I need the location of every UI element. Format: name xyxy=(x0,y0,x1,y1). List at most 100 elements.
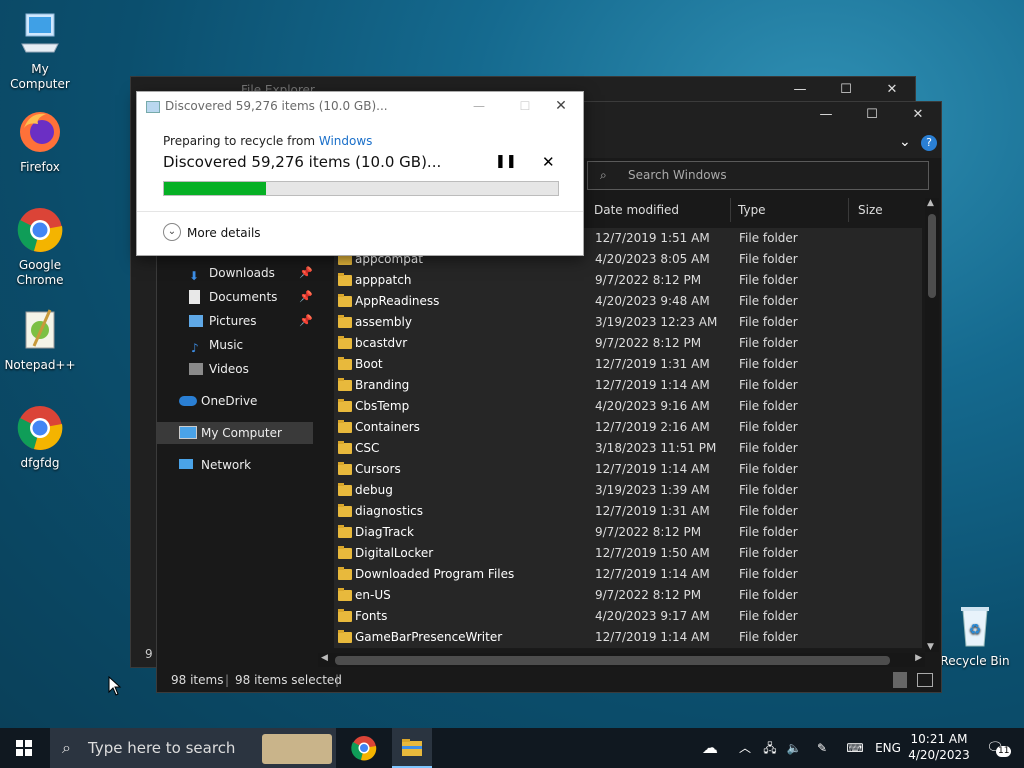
keyboard-icon[interactable]: ⌨ xyxy=(842,728,868,768)
desktop-icon-my-computer[interactable]: My Computer xyxy=(0,10,80,92)
column-header-size[interactable]: Size xyxy=(852,198,928,222)
date-modified: 12/7/2019 1:14 AM xyxy=(595,630,710,644)
table-row[interactable]: DiagTrack 9/7/2022 8:12 PM File folder xyxy=(334,522,922,544)
more-details-button[interactable]: More details xyxy=(187,226,261,240)
maximize-button[interactable]: ☐ xyxy=(849,102,895,128)
taskbar-search-box[interactable]: ⌕ Type here to search xyxy=(50,728,336,768)
large-icons-view-button[interactable] xyxy=(917,673,933,687)
nav-item-pictures[interactable]: Pictures 📌 xyxy=(157,310,313,332)
details-view-button[interactable] xyxy=(893,672,907,688)
maximize-button[interactable]: ☐ xyxy=(823,77,869,103)
file-name: debug xyxy=(355,483,393,497)
chevron-down-icon[interactable]: ⌄ xyxy=(163,223,181,241)
table-row[interactable]: bcastdvr 9/7/2022 8:12 PM File folder xyxy=(334,333,922,355)
recycle-progress-dialog[interactable]: Discovered 59,276 items (10.0 GB)... — ☐… xyxy=(136,91,584,256)
taskbar-file-explorer-button[interactable] xyxy=(392,728,432,768)
table-row[interactable]: Fonts 4/20/2023 9:17 AM File folder xyxy=(334,606,922,628)
start-button[interactable] xyxy=(0,728,48,768)
horizontal-scrollbar[interactable]: ◀ ▶ xyxy=(318,653,925,667)
cancel-button[interactable]: ✕ xyxy=(542,153,555,171)
table-row[interactable]: Downloaded Program Files 12/7/2019 1:14 A… xyxy=(334,564,922,586)
minimize-button[interactable]: — xyxy=(777,77,823,103)
scroll-up-arrow-icon[interactable]: ▲ xyxy=(927,198,934,208)
minimize-button[interactable]: — xyxy=(803,102,849,128)
dialog-close-button[interactable]: ✕ xyxy=(541,94,581,118)
table-row[interactable]: Branding 12/7/2019 1:14 AM File folder xyxy=(334,375,922,397)
close-button[interactable]: ✕ xyxy=(869,77,915,103)
table-row[interactable]: assembly 3/19/2023 12:23 AM File folder xyxy=(334,312,922,334)
date-modified: 12/7/2019 1:14 AM xyxy=(595,378,710,392)
pause-button[interactable]: ❚❚ xyxy=(495,154,517,169)
folder-icon xyxy=(338,588,352,601)
help-icon[interactable]: ? xyxy=(921,135,937,151)
table-row[interactable]: CSC 3/18/2023 11:51 PM File folder xyxy=(334,438,922,460)
desktop-icon-firefox[interactable]: Firefox xyxy=(0,108,80,175)
file-name: Boot xyxy=(355,357,383,371)
desktop-icon-dfgfdg[interactable]: dfgfdg xyxy=(0,404,80,471)
table-row[interactable]: GameBarPresenceWriter 12/7/2019 1:14 AM Fi… xyxy=(334,627,922,649)
close-button[interactable]: ✕ xyxy=(895,102,941,128)
nav-item-documents[interactable]: Documents 📌 xyxy=(157,286,313,308)
desktop-icon-notepad-plus-plus[interactable]: Notepad++ xyxy=(0,306,80,373)
file-type: File folder xyxy=(739,483,798,497)
network-icon[interactable]: 🖧 xyxy=(760,728,780,768)
source-folder-link[interactable]: Windows xyxy=(319,134,373,148)
computer-icon xyxy=(16,10,64,58)
chrome-icon xyxy=(16,404,64,452)
file-type: File folder xyxy=(739,231,798,245)
chevron-down-icon[interactable]: ⌄ xyxy=(899,134,911,150)
progress-fill xyxy=(164,182,267,195)
vertical-scrollbar[interactable]: ▲ ▼ xyxy=(925,198,939,652)
nav-item-downloads[interactable]: ⬇ Downloads 📌 xyxy=(157,262,313,284)
file-name: GameBarPresenceWriter xyxy=(355,630,503,644)
nav-item-network[interactable]: Network xyxy=(157,454,313,476)
vertical-scroll-thumb[interactable] xyxy=(928,214,936,298)
notifications-button[interactable]: 🗨 11 xyxy=(980,728,1012,768)
scroll-left-arrow-icon[interactable]: ◀ xyxy=(321,653,328,663)
file-type: File folder xyxy=(739,294,798,308)
table-row[interactable]: AppReadiness 4/20/2023 9:48 AM File folder xyxy=(334,291,922,313)
dialog-title: Discovered 59,276 items (10.0 GB)... xyxy=(165,99,388,113)
column-header-type[interactable]: Type xyxy=(732,198,849,222)
nav-item-music[interactable]: ♪ Music xyxy=(157,334,313,356)
nav-item-my-computer[interactable]: My Computer xyxy=(157,422,313,444)
notification-count: 11 xyxy=(996,746,1012,757)
mouse-cursor-icon xyxy=(108,675,122,700)
table-row[interactable]: CbsTemp 4/20/2023 9:16 AM File folder xyxy=(334,396,922,418)
table-row[interactable]: en-US 9/7/2022 8:12 PM File folder xyxy=(334,585,922,607)
nav-item-onedrive[interactable]: OneDrive xyxy=(157,390,313,412)
column-header-date-modified[interactable]: Date modified xyxy=(588,198,731,222)
table-row[interactable]: Cursors 12/7/2019 1:14 AM File folder xyxy=(334,459,922,481)
horizontal-scroll-thumb[interactable] xyxy=(335,656,890,665)
volume-icon[interactable]: 🔈 xyxy=(784,728,804,768)
desktop-icon-label: Google Chrome xyxy=(16,258,64,287)
language-indicator[interactable]: ENG xyxy=(872,728,904,768)
chevron-up-icon[interactable]: ︿ xyxy=(736,728,754,768)
taskbar-chrome-button[interactable] xyxy=(344,728,384,768)
weather-icon[interactable]: ☁ xyxy=(696,728,724,768)
file-type: File folder xyxy=(739,252,798,266)
table-row[interactable]: DigitalLocker 12/7/2019 1:50 AM File folde… xyxy=(334,543,922,565)
file-name: Branding xyxy=(355,378,410,392)
table-row[interactable]: diagnostics 12/7/2019 1:31 AM File folder xyxy=(334,501,922,523)
dialog-minimize-button[interactable]: — xyxy=(459,94,499,118)
clock[interactable]: 10:21 AM 4/20/2023 xyxy=(908,728,970,768)
file-type: File folder xyxy=(739,441,798,455)
nav-item-videos[interactable]: Videos xyxy=(157,358,313,380)
folder-icon xyxy=(338,336,352,349)
nav-item-label: Network xyxy=(201,458,252,472)
desktop-icon-chrome[interactable]: Google Chrome xyxy=(0,206,80,288)
search-input[interactable]: ⌕ Search Windows xyxy=(587,161,929,190)
scroll-down-arrow-icon[interactable]: ▼ xyxy=(927,642,934,652)
pen-icon[interactable]: ✎ xyxy=(812,728,832,768)
folder-icon xyxy=(338,357,352,370)
desktop-icon-label: Recycle Bin xyxy=(940,654,1010,668)
desktop-icon-recycle-bin[interactable]: ♻ Recycle Bin xyxy=(935,602,1015,669)
date-modified: 4/20/2023 9:17 AM xyxy=(595,609,710,623)
table-row[interactable]: Boot 12/7/2019 1:31 AM File folder xyxy=(334,354,922,376)
scroll-right-arrow-icon[interactable]: ▶ xyxy=(915,653,922,663)
table-row[interactable]: debug 3/19/2023 1:39 AM File folder xyxy=(334,480,922,502)
table-row[interactable]: apppatch 9/7/2022 8:12 PM File folder xyxy=(334,270,922,292)
file-type: File folder xyxy=(739,273,798,287)
table-row[interactable]: Containers 12/7/2019 2:16 AM File folder xyxy=(334,417,922,439)
